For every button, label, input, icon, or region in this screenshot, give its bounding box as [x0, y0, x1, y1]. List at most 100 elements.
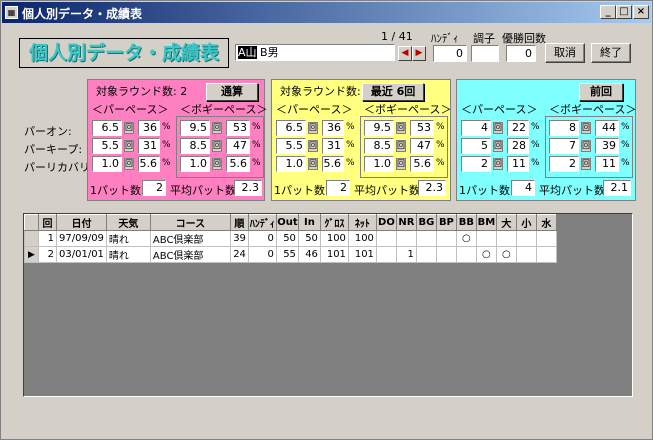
column-header[interactable]: 天気: [105, 214, 151, 231]
table-cell[interactable]: 39: [229, 230, 249, 247]
column-header[interactable]: [24, 214, 39, 231]
table-cell[interactable]: [415, 230, 437, 247]
column-header[interactable]: NR: [395, 214, 417, 231]
par-count-field[interactable]: 6.5: [92, 120, 122, 136]
table-cell[interactable]: [535, 230, 557, 247]
bogey-percent-field[interactable]: 53: [226, 120, 250, 136]
table-cell[interactable]: 1: [38, 230, 57, 247]
table-cell[interactable]: 100: [347, 230, 377, 247]
par-count-field[interactable]: 1.0: [92, 156, 122, 172]
handicap-field[interactable]: 0: [433, 45, 467, 62]
column-header[interactable]: BG: [415, 214, 437, 231]
table-cell[interactable]: [415, 246, 437, 263]
close-window-button[interactable]: ×: [633, 5, 649, 19]
par-percent-field[interactable]: 5.6: [138, 156, 160, 172]
column-header[interactable]: In: [297, 214, 321, 231]
bogey-count-field[interactable]: 7: [549, 138, 579, 154]
maximize-button[interactable]: □: [616, 5, 632, 19]
title-bar[interactable]: ▦ 個人別データ・成績表 _ □ ×: [2, 2, 651, 23]
prev-record-button[interactable]: ◀: [398, 46, 412, 61]
par-count-field[interactable]: 1.0: [276, 156, 306, 172]
par-percent-field[interactable]: 36: [138, 120, 160, 136]
table-cell[interactable]: 晴れ: [105, 230, 151, 247]
bogey-percent-field[interactable]: 53: [410, 120, 434, 136]
avg-putt-field[interactable]: 2.3: [418, 180, 446, 196]
one-putt-field[interactable]: 2: [326, 180, 350, 196]
column-header[interactable]: 水: [535, 214, 557, 231]
table-cell[interactable]: [375, 230, 397, 247]
table-cell[interactable]: 24: [229, 246, 249, 263]
column-header[interactable]: コース: [149, 214, 231, 231]
table-cell[interactable]: ABC倶楽部: [149, 246, 231, 263]
table-cell[interactable]: ○: [495, 246, 517, 263]
results-table[interactable]: 回日付 天気 コース順ﾊﾝﾃﾞｨ Out In ｸﾞﾛｽ ﾈｯﾄ DO NR BG BP BB BM 大小…: [23, 213, 633, 397]
table-cell[interactable]: ○: [455, 230, 477, 247]
table-cell[interactable]: 03/01/01: [56, 246, 107, 263]
close-form-button[interactable]: 終了: [591, 43, 631, 63]
column-header[interactable]: 大: [495, 214, 517, 231]
record-selector[interactable]: ▶: [24, 246, 39, 263]
par-count-field[interactable]: 4: [461, 120, 491, 136]
column-header[interactable]: 日付: [56, 214, 107, 231]
period-button[interactable]: 前回: [579, 83, 623, 101]
condition-field[interactable]: [471, 45, 499, 62]
column-header[interactable]: 小: [515, 214, 537, 231]
bogey-percent-field[interactable]: 5.6: [410, 156, 434, 172]
column-header[interactable]: Out: [275, 214, 299, 231]
par-count-field[interactable]: 2: [461, 156, 491, 172]
avg-putt-field[interactable]: 2.1: [603, 180, 631, 196]
cancel-button[interactable]: 取消: [545, 43, 585, 63]
table-cell[interactable]: 101: [319, 246, 349, 263]
bogey-count-field[interactable]: 1.0: [364, 156, 394, 172]
table-cell[interactable]: [435, 230, 457, 247]
table-cell[interactable]: 50: [297, 230, 321, 247]
table-cell[interactable]: 55: [275, 246, 299, 263]
minimize-button[interactable]: _: [600, 5, 616, 19]
table-cell[interactable]: [375, 246, 397, 263]
bogey-percent-field[interactable]: 47: [226, 138, 250, 154]
player-name-field[interactable]: A山 B男: [235, 44, 395, 61]
par-percent-field[interactable]: 28: [507, 138, 529, 154]
bogey-count-field[interactable]: 1.0: [180, 156, 210, 172]
par-percent-field[interactable]: 31: [322, 138, 344, 154]
record-selector[interactable]: [24, 230, 39, 247]
table-cell[interactable]: [515, 246, 537, 263]
par-percent-field[interactable]: 22: [507, 120, 529, 136]
par-percent-field[interactable]: 31: [138, 138, 160, 154]
par-count-field[interactable]: 5: [461, 138, 491, 154]
period-button[interactable]: 通算: [206, 83, 258, 101]
table-cell[interactable]: [535, 246, 557, 263]
column-header[interactable]: BB: [455, 214, 477, 231]
table-cell[interactable]: 50: [275, 230, 299, 247]
bogey-count-field[interactable]: 9.5: [364, 120, 394, 136]
table-cell[interactable]: 2: [38, 246, 57, 263]
column-header[interactable]: ﾈｯﾄ: [347, 214, 377, 231]
bogey-percent-field[interactable]: 47: [410, 138, 434, 154]
table-cell[interactable]: ABC倶楽部: [149, 230, 231, 247]
table-cell[interactable]: [435, 246, 457, 263]
par-count-field[interactable]: 5.5: [92, 138, 122, 154]
one-putt-field[interactable]: 2: [142, 180, 166, 196]
column-header[interactable]: BM: [475, 214, 497, 231]
bogey-percent-field[interactable]: 39: [595, 138, 619, 154]
form-icon[interactable]: ▦: [5, 6, 18, 19]
bogey-percent-field[interactable]: 11: [595, 156, 619, 172]
column-header[interactable]: 順: [229, 214, 249, 231]
column-header[interactable]: ﾊﾝﾃﾞｨ: [247, 214, 277, 231]
period-button[interactable]: 最近 6回: [362, 83, 424, 101]
table-cell[interactable]: 晴れ: [105, 246, 151, 263]
table-cell[interactable]: [455, 246, 477, 263]
column-header[interactable]: DO: [375, 214, 397, 231]
table-cell[interactable]: [395, 230, 417, 247]
bogey-count-field[interactable]: 8.5: [180, 138, 210, 154]
table-cell[interactable]: 100: [319, 230, 349, 247]
table-row[interactable]: 1 97/09/09 晴れ ABC倶楽部 39 0 50 50 100 100 ○: [24, 230, 557, 247]
wins-field[interactable]: 0: [506, 45, 536, 62]
avg-putt-field[interactable]: 2.3: [234, 180, 262, 196]
bogey-percent-field[interactable]: 44: [595, 120, 619, 136]
column-header[interactable]: 回: [38, 214, 57, 231]
bogey-count-field[interactable]: 9.5: [180, 120, 210, 136]
par-count-field[interactable]: 6.5: [276, 120, 306, 136]
bogey-count-field[interactable]: 2: [549, 156, 579, 172]
table-cell[interactable]: 46: [297, 246, 321, 263]
